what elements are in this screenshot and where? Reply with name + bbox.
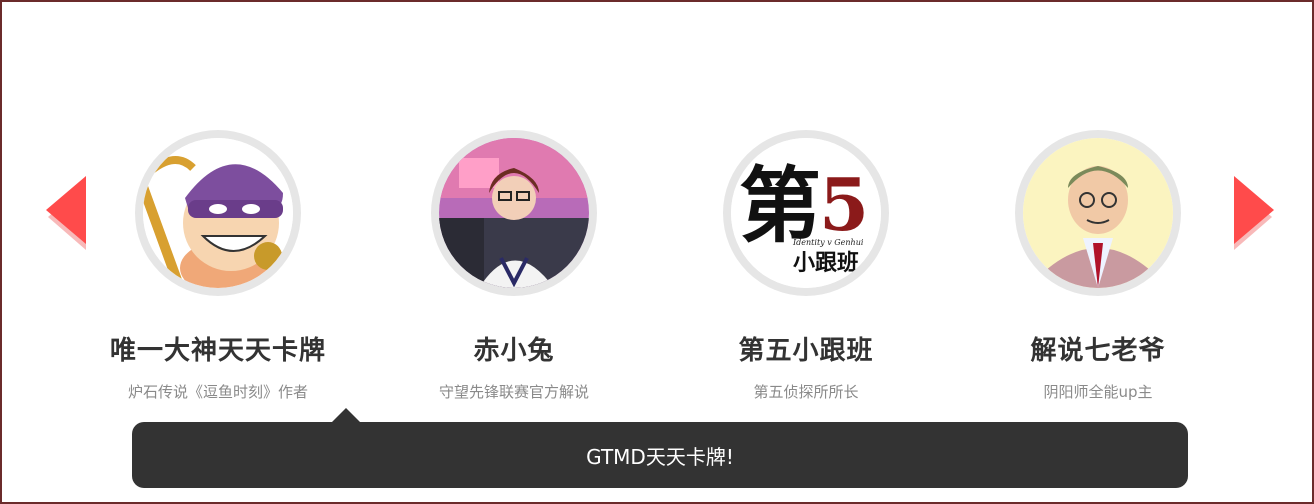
expert-desc: 守望先锋联赛官方解说 — [438, 383, 589, 401]
expert-card[interactable]: 赤小兔 守望先锋联赛官方解说 — [364, 130, 664, 402]
cartoon-thief-avatar[interactable] — [143, 138, 293, 288]
cartoon-old-man-avatar[interactable] — [1023, 138, 1173, 288]
avatar-frame — [431, 130, 597, 296]
expert-name: 解说七老爷 — [1030, 336, 1166, 366]
expert-name: 唯一大神天天卡牌 — [109, 336, 326, 366]
expert-name: 赤小兔 — [473, 336, 555, 366]
identity-v-logo-avatar[interactable]: 第 5 Identity v Genhui 小跟班 — [731, 138, 881, 288]
svg-text:5: 5 — [819, 162, 869, 247]
avatar-frame: 第 5 Identity v Genhui 小跟班 — [723, 130, 889, 296]
expert-card[interactable]: 第 5 Identity v Genhui 小跟班 第五小跟班 第五侦探所所长 — [656, 130, 956, 402]
triangle-right-icon — [1234, 176, 1274, 250]
svg-text:Identity v Genhui: Identity v Genhui — [792, 238, 864, 247]
page-frame: 唯一大神天天卡牌 炉石传说《逗鱼时刻》作者 赤小兔 守望先锋联赛官方解说 第 5… — [0, 0, 1314, 504]
avatar-frame — [135, 130, 301, 296]
svg-text:小跟班: 小跟班 — [793, 250, 859, 276]
expert-name: 第五小跟班 — [738, 336, 874, 366]
expert-desc: 第五侦探所所长 — [753, 383, 859, 401]
expert-desc: 炉石传说《逗鱼时刻》作者 — [127, 383, 308, 401]
tooltip-pointer — [332, 408, 360, 422]
streamer-photo-avatar[interactable] — [439, 138, 589, 288]
avatar-frame — [1015, 130, 1181, 296]
expert-desc: 阴阳师全能up主 — [1043, 383, 1153, 401]
expert-card[interactable]: 唯一大神天天卡牌 炉石传说《逗鱼时刻》作者 — [68, 130, 368, 402]
quote-tooltip: GTMD天天卡牌! — [132, 408, 1188, 488]
expert-card[interactable]: 解说七老爷 阴阳师全能up主 — [948, 130, 1248, 402]
tooltip-text: GTMD天天卡牌! — [586, 444, 734, 469]
next-arrow-button[interactable] — [1230, 172, 1276, 250]
